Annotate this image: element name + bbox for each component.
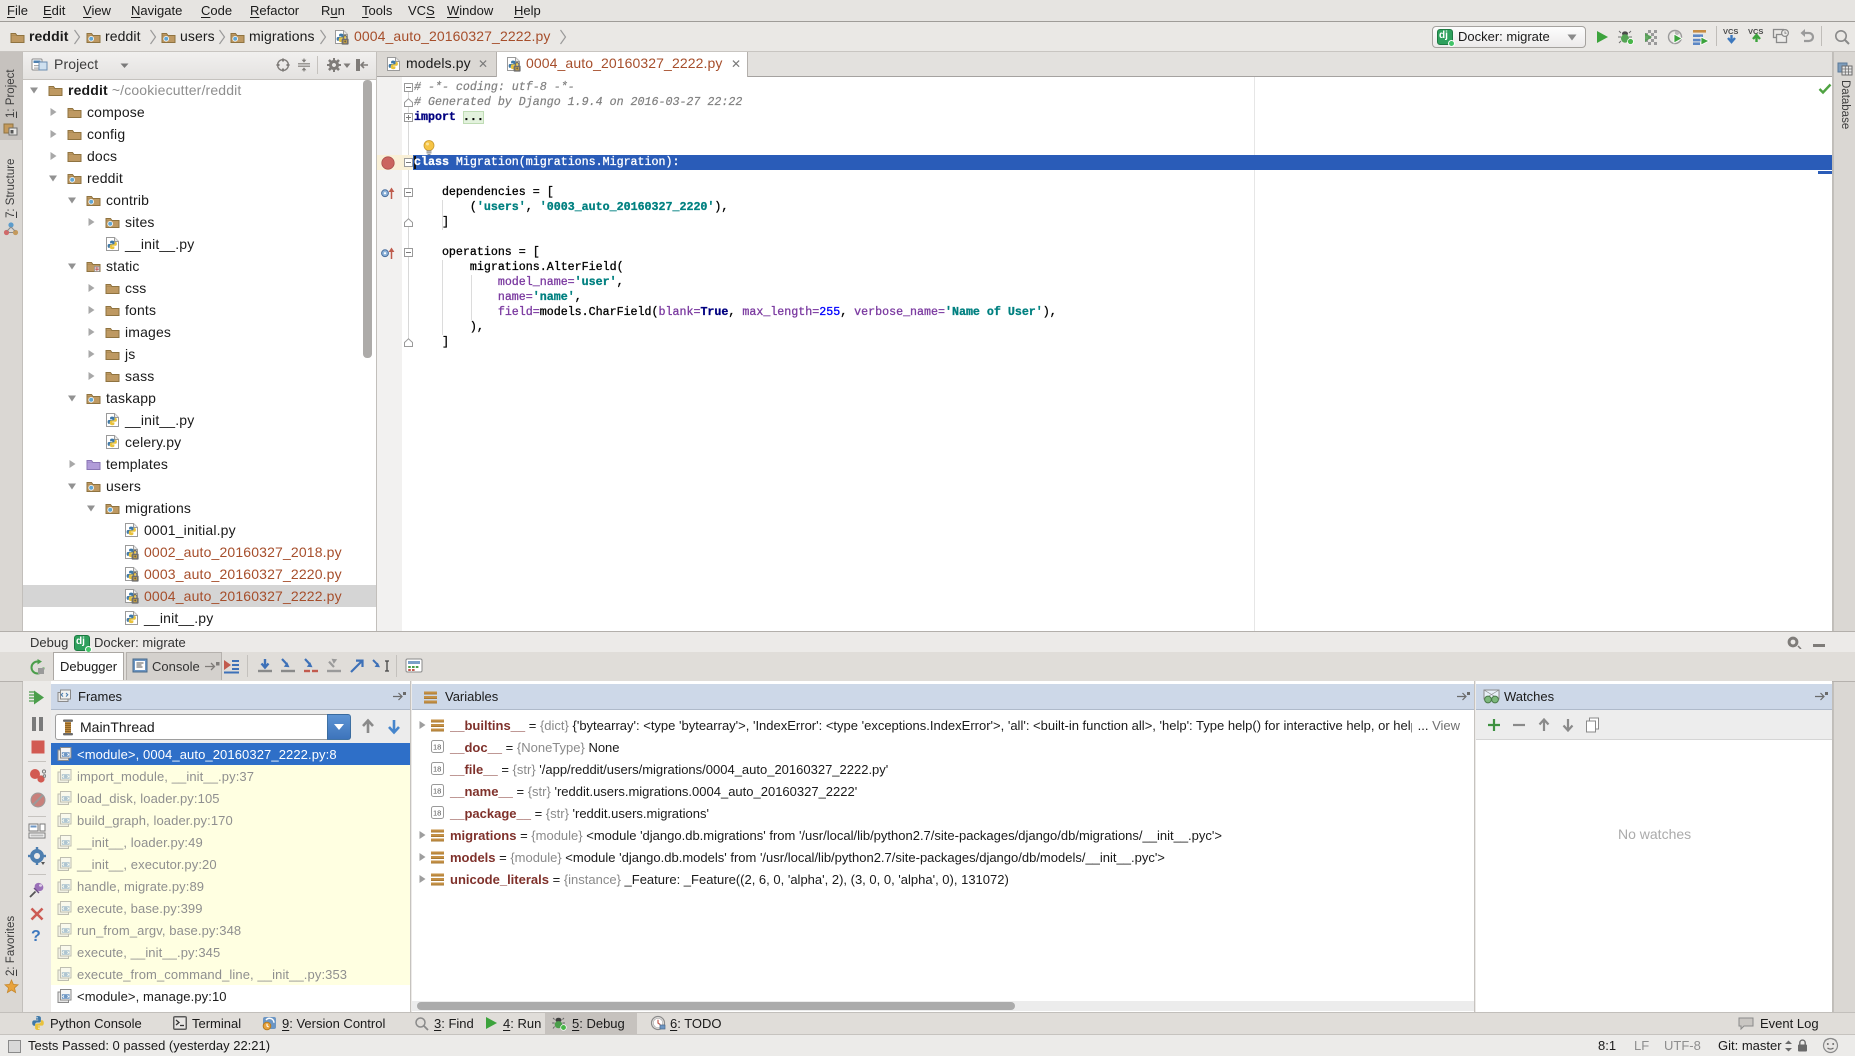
- svg-text:VCS: VCS: [1723, 27, 1738, 36]
- svg-text:18: 18: [433, 765, 441, 774]
- svg-text:18: 18: [433, 743, 441, 752]
- svg-text:18: 18: [433, 809, 441, 818]
- svg-text:18: 18: [433, 787, 441, 796]
